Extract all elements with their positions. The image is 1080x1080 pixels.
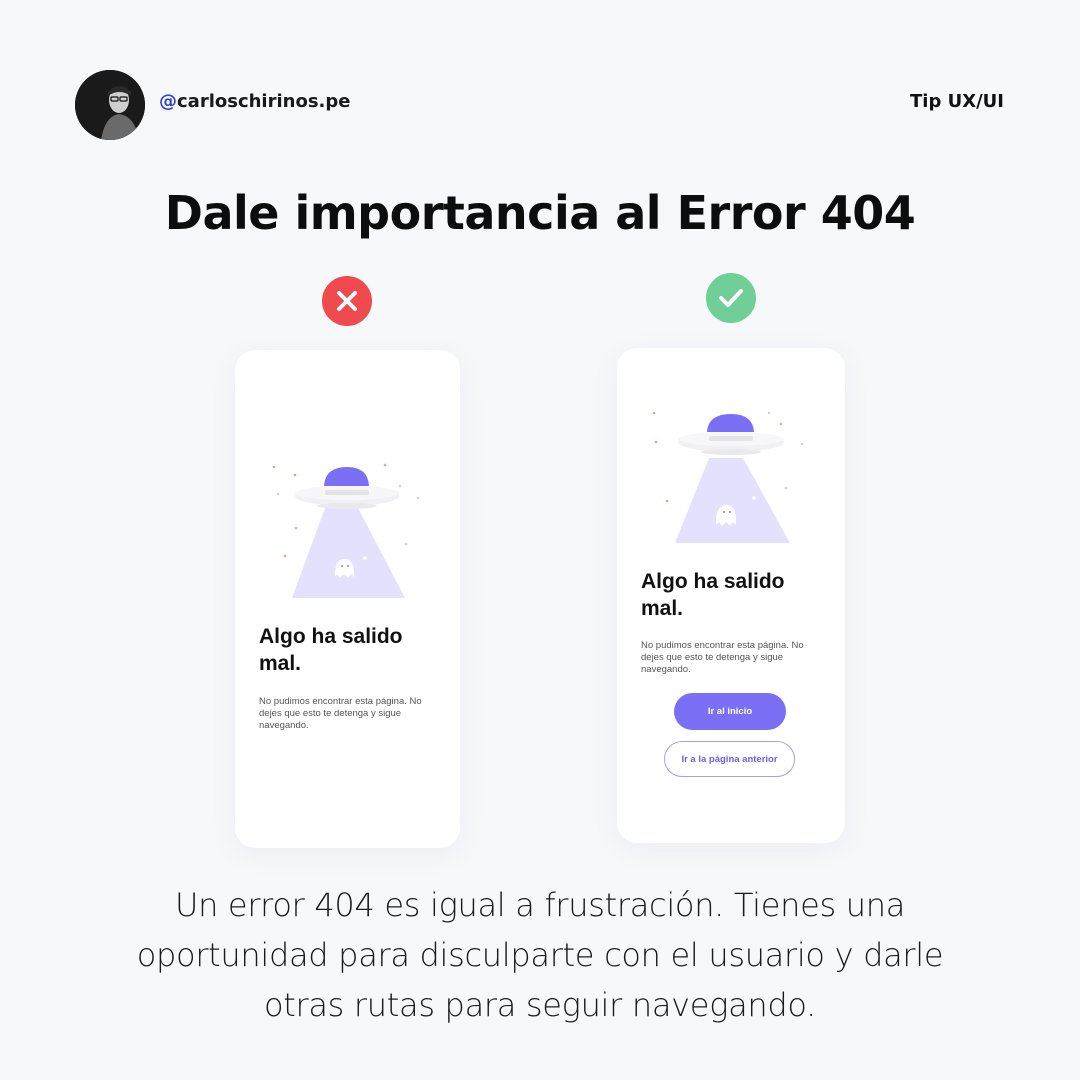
avatar bbox=[75, 70, 145, 140]
go-home-button[interactable]: Ir al inicio bbox=[674, 693, 786, 730]
ufo-illustration bbox=[652, 411, 804, 543]
wrong-badge bbox=[322, 276, 372, 326]
error-title: Algo ha salido mal. bbox=[259, 625, 403, 675]
good-example-card: Algo ha salido mal. No pudimos encontrar… bbox=[617, 348, 845, 843]
footer-caption: Un error 404 es igual a frustración. Tie… bbox=[100, 880, 980, 1030]
username-handle[interactable]: @carloschirinos.pe bbox=[159, 91, 350, 112]
bad-example-card: Algo ha salido mal. No pudimos encontrar… bbox=[235, 350, 460, 848]
check-icon bbox=[719, 289, 743, 307]
footer-line: otras rutas para seguir navegando. bbox=[263, 986, 816, 1024]
error-description: No pudimos encontrar esta página. No dej… bbox=[641, 640, 804, 675]
ufo-illustration bbox=[272, 463, 420, 598]
error-description: No pudimos encontrar esta página. No dej… bbox=[259, 696, 422, 731]
at-symbol: @ bbox=[159, 91, 177, 112]
previous-page-button[interactable]: Ir a la página anterior bbox=[664, 741, 795, 777]
x-icon bbox=[337, 291, 357, 311]
tip-label: Tip UX/UI bbox=[910, 91, 1004, 112]
footer-line: oportunidad para disculparte con el usua… bbox=[136, 936, 944, 974]
error-title: Algo ha salido mal. bbox=[641, 570, 785, 620]
correct-badge bbox=[706, 273, 756, 323]
page-title: Dale importancia al Error 404 bbox=[164, 186, 916, 240]
footer-line: Un error 404 es igual a frustración. Tie… bbox=[174, 886, 906, 924]
